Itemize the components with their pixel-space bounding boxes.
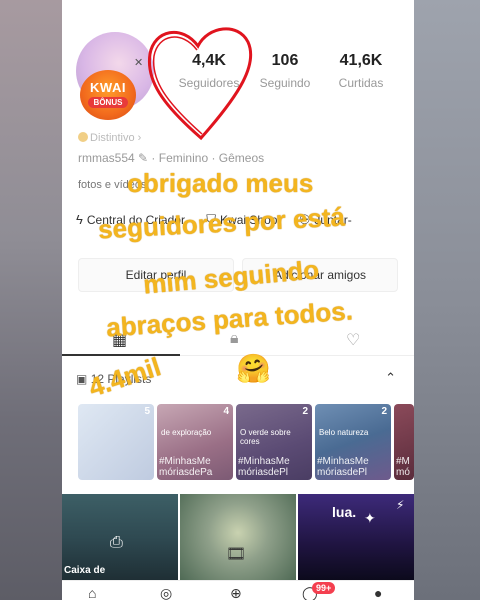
kwai-bonus-badge[interactable]: KWAI BÔNUS xyxy=(80,70,136,120)
likes-stat[interactable]: 41,6K Curtidas xyxy=(326,52,396,90)
bolt-icon: ϟ xyxy=(76,212,83,227)
likes-count: 41,6K xyxy=(339,52,383,69)
username: rmmas554 xyxy=(78,151,135,165)
notification-badge: 99+ xyxy=(312,582,336,594)
sparkle-icon: ✦ xyxy=(364,510,376,526)
playlist-count: 2 xyxy=(302,406,308,417)
kwai-badge-text: KWAI xyxy=(90,80,126,95)
playlist-thumb[interactable]: 2 O verde sobre cores #MinhasMe móriasde… xyxy=(236,404,312,480)
hugging-face-emoji: 🤗 xyxy=(236,353,271,384)
followers-count: 4,4K xyxy=(192,52,226,69)
film-icon: 🎞︎ xyxy=(226,546,247,563)
following-stat[interactable]: 106 Seguindo xyxy=(250,52,320,90)
playlist-count: 2 xyxy=(381,406,387,417)
playlist-count: 5 xyxy=(144,406,150,417)
likes-label: Curtidas xyxy=(338,76,384,90)
profile-info-line: rmmas554 ✎ · Feminino · Gêmeos xyxy=(78,151,265,165)
zodiac-sign: Gêmeos xyxy=(218,151,265,165)
playlist-count: 4 xyxy=(223,406,229,417)
profile-screen: ✕ KWAI BÔNUS 4,4K Seguidores 106 Seguind… xyxy=(62,0,414,600)
active-tab-indicator xyxy=(62,354,180,356)
playlist-subtitle: de exploração xyxy=(161,428,212,437)
playlist-thumb[interactable]: 4 de exploração #MinhasMe móriasdePa xyxy=(157,404,233,480)
profile-icon[interactable]: ● xyxy=(374,585,382,600)
discover-icon[interactable]: ◎ xyxy=(160,585,172,600)
home-icon[interactable]: ⌂ xyxy=(88,585,96,600)
blurred-right-panel xyxy=(414,0,480,600)
video-grid-item[interactable]: 🎞︎ xyxy=(180,494,296,580)
video-grid-item[interactable]: ⎙ Caixa de xyxy=(62,494,178,580)
playlist-caption: #M mó xyxy=(396,456,410,478)
distintivo-tag[interactable]: Distintivo › xyxy=(78,132,141,144)
medal-icon xyxy=(78,132,88,142)
bottom-navigation: ⌂ ◎ ⊕ ◯ ● xyxy=(62,580,414,600)
video-label: lua. xyxy=(332,504,357,520)
playlist-thumb[interactable]: 5 xyxy=(78,404,154,480)
blurred-left-panel xyxy=(0,0,62,600)
lightning-icon: ⚡︎ xyxy=(396,498,405,512)
followers-stat[interactable]: 4,4K Seguidores xyxy=(174,52,244,90)
close-icon[interactable]: ✕ xyxy=(134,56,143,69)
playlist-thumb[interactable]: 2 Belo natureza #MinhasMe móriasdePl xyxy=(315,404,391,480)
video-label: Caixa de xyxy=(64,565,106,576)
playlist-caption: #MinhasMe móriasdePl xyxy=(317,456,369,478)
bonus-badge-text: BÔNUS xyxy=(88,97,128,108)
inbox-icon: ⎙ xyxy=(110,534,123,551)
followers-label: Seguidores xyxy=(178,76,240,90)
edit-icon[interactable]: ✎ xyxy=(138,151,148,165)
overlay-line-1: obrigado meus xyxy=(127,168,314,198)
create-icon[interactable]: ⊕ xyxy=(230,585,242,600)
playlist-subtitle: Belo natureza xyxy=(319,428,369,437)
gender: Feminino xyxy=(158,151,209,165)
following-count: 106 xyxy=(271,52,299,69)
video-grid-item[interactable]: lua. ✦ ⚡︎ xyxy=(298,494,414,580)
playlist-caption: #MinhasMe móriasdePa xyxy=(159,456,213,478)
following-label: Seguindo xyxy=(259,76,311,90)
chevron-up-icon[interactable]: ⌃ xyxy=(385,370,396,386)
tab-likes-heart-icon[interactable]: ♡ xyxy=(346,330,360,350)
playlist-caption: #MinhasMe móriasdePl xyxy=(238,456,290,478)
playlist-thumb[interactable]: #M mó xyxy=(394,404,414,480)
distintivo-label: Distintivo xyxy=(90,132,135,144)
playlist-subtitle: O verde sobre cores xyxy=(240,428,291,446)
